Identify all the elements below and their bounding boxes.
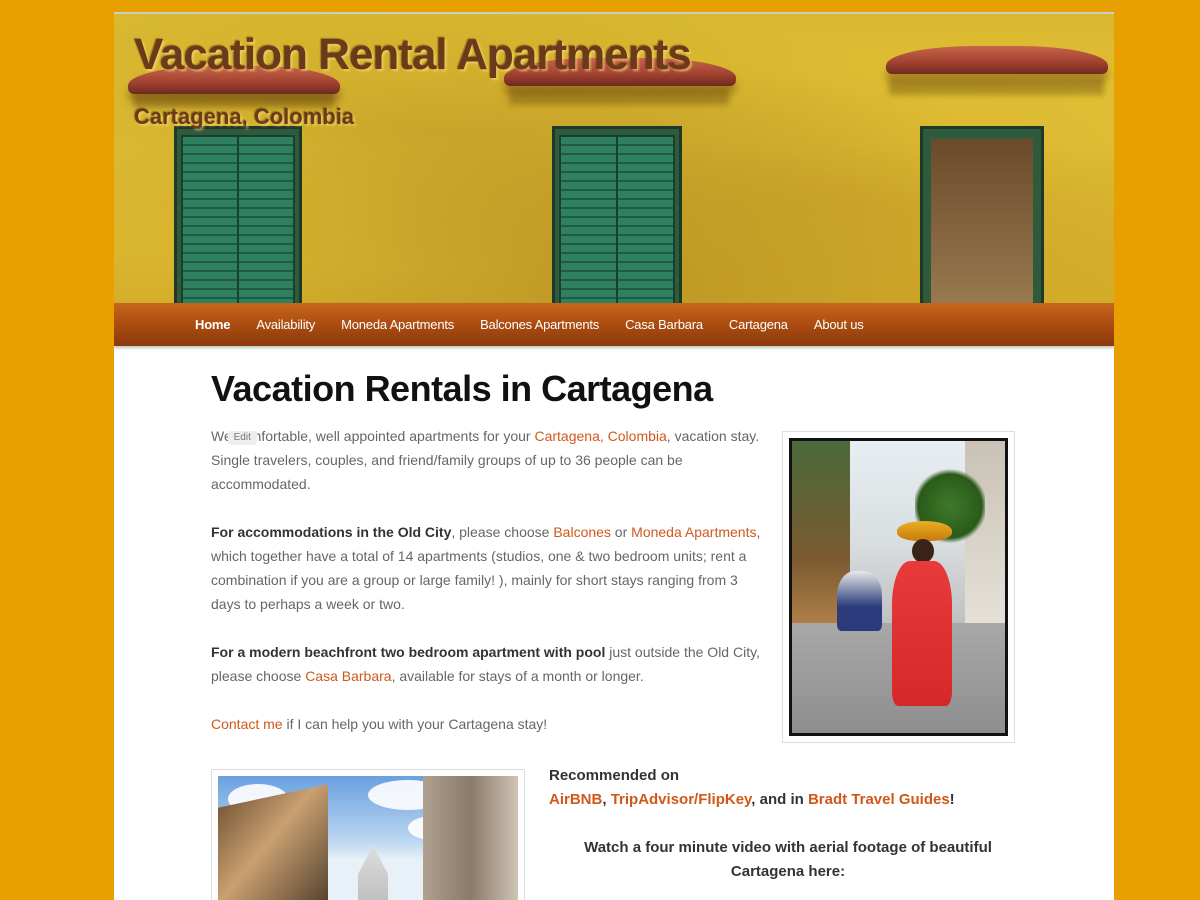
entry-content: We Editcomfortable, well appointed apart…: [211, 424, 761, 760]
link-colombia[interactable]: Colombia: [608, 428, 667, 444]
nav-item-casa-barbara[interactable]: Casa Barbara: [612, 317, 716, 332]
street-photo-image: [789, 438, 1008, 736]
intro-paragraph: We Editcomfortable, well appointed apart…: [211, 424, 761, 496]
window-center: [552, 126, 682, 305]
page-container: Vacation Rental Apartments Cartagena, Co…: [114, 12, 1114, 900]
site-subtitle: Cartagena, Colombia: [134, 104, 355, 129]
recommended-heading: Recommended on: [549, 767, 680, 784]
roof-tile-right: [886, 46, 1108, 74]
link-moneda-apartments[interactable]: Moneda Apartments: [631, 524, 756, 540]
link-bradt-travel-guides[interactable]: Bradt Travel Guides: [808, 791, 950, 808]
edit-link[interactable]: Edit: [227, 431, 257, 446]
roof-shadow: [889, 79, 1104, 95]
nav-item-about-us[interactable]: About us: [801, 317, 877, 332]
link-casa-barbara[interactable]: Casa Barbara: [305, 668, 391, 684]
text: !: [949, 791, 955, 808]
photo-element: [423, 776, 518, 900]
roof-shadow: [509, 89, 729, 105]
photo-element: [358, 846, 388, 900]
link-airbnb[interactable]: AirBNB: [549, 791, 602, 808]
nav-item-cartagena[interactable]: Cartagena: [716, 317, 801, 332]
balconies-photo-image: [218, 776, 518, 900]
window-right: [920, 126, 1044, 305]
text: , and in: [751, 791, 808, 808]
text: ,: [599, 428, 608, 444]
photo-element: [892, 561, 952, 706]
video-note: Watch a four minute video with aerial fo…: [584, 839, 992, 880]
text: if I can help you with your Cartagena st…: [282, 716, 548, 732]
window-left: [174, 126, 302, 305]
contact-paragraph: Contact me if I can help you with your C…: [211, 712, 761, 736]
bold-text: For accommodations in the Old City: [211, 524, 452, 540]
text: , please choose: [451, 524, 554, 540]
main-navigation: Home Availability Moneda Apartments Balc…: [114, 303, 1114, 346]
shutter: [181, 135, 239, 305]
link-cartagena[interactable]: Cartagena: [534, 428, 599, 444]
photo-element: [897, 521, 952, 541]
beachfront-paragraph: For a modern beachfront two bedroom apar…: [211, 640, 761, 688]
site-title[interactable]: Vacation Rental Apartments: [134, 30, 692, 80]
window-interior: [931, 139, 1033, 305]
shutter: [616, 135, 675, 305]
bold-text: For a modern beachfront two bedroom apar…: [211, 644, 606, 660]
nav-item-balcones-apartments[interactable]: Balcones Apartments: [467, 317, 612, 332]
text: comfortable, well appointed apartments f…: [234, 428, 535, 444]
text: ,: [602, 791, 611, 808]
street-photo[interactable]: [782, 431, 1015, 743]
text: , available for stays of a month or long…: [391, 668, 644, 684]
link-balcones[interactable]: Balcones: [553, 524, 611, 540]
shutter: [237, 135, 295, 305]
nav-item-moneda-apartments[interactable]: Moneda Apartments: [328, 317, 467, 332]
link-contact-me[interactable]: Contact me: [211, 716, 283, 732]
text: or: [610, 524, 632, 540]
link-tripadvisor-flipkey[interactable]: TripAdvisor/FlipKey: [611, 791, 752, 808]
recommended-links: AirBNB, TripAdvisor/FlipKey, and in Brad…: [549, 788, 999, 812]
recommended-section: Recommended on AirBNB, TripAdvisor/FlipK…: [549, 764, 999, 812]
photo-element: [837, 571, 882, 631]
page-title: Vacation Rentals in Cartagena: [211, 368, 713, 409]
nav-item-availability[interactable]: Availability: [243, 317, 328, 332]
shutter: [559, 135, 618, 305]
photo-element: [912, 539, 934, 563]
balconies-photo[interactable]: [211, 769, 525, 900]
old-city-paragraph: For accommodations in the Old City, plea…: [211, 520, 761, 616]
nav-item-home[interactable]: Home: [182, 317, 243, 332]
header-banner-image[interactable]: Vacation Rental Apartments Cartagena, Co…: [114, 12, 1114, 305]
